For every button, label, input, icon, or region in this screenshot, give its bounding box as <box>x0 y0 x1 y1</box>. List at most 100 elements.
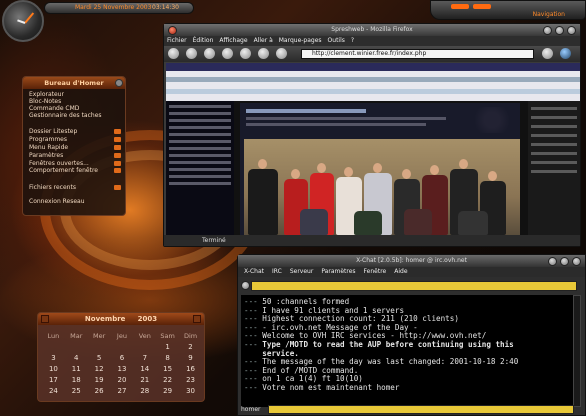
calendar-day[interactable]: 10 <box>42 363 65 374</box>
calendar-day[interactable]: 3 <box>42 352 65 363</box>
home-icon[interactable] <box>240 48 251 59</box>
menu-parametres[interactable]: Paramètres <box>321 267 355 277</box>
bureau-panel: Bureau d'Homer Explorateur Bloc-Notes Co… <box>22 76 126 216</box>
topic-button-icon[interactable] <box>241 281 250 290</box>
menu-serveur[interactable]: Serveur <box>290 267 313 277</box>
history-icon[interactable] <box>276 48 287 59</box>
menu-fichier[interactable]: Fichier <box>167 36 187 46</box>
forward-icon[interactable] <box>186 48 197 59</box>
back-icon[interactable] <box>168 48 179 59</box>
minimize-icon[interactable] <box>543 26 552 35</box>
calendar-day[interactable]: 25 <box>65 385 88 396</box>
calendar-day[interactable]: 16 <box>179 363 202 374</box>
prev-month-icon[interactable] <box>41 315 49 323</box>
chat-input[interactable] <box>268 405 574 414</box>
menu-item-comportement[interactable]: Comportement fenêtre <box>29 167 98 174</box>
calendar-day[interactable]: 18 <box>65 374 88 385</box>
reload-icon[interactable] <box>204 48 215 59</box>
submenu-arrow-icon[interactable] <box>114 153 121 158</box>
menu-item-dossier-litestep[interactable]: Dossier Litestep <box>29 128 77 135</box>
next-month-icon[interactable] <box>193 315 201 323</box>
navigation-panel[interactable]: Navigation <box>430 0 586 20</box>
calendar-day[interactable]: 20 <box>111 374 134 385</box>
close-icon[interactable] <box>572 257 581 266</box>
calendar-day[interactable]: 2 <box>179 341 202 352</box>
webpage-viewport[interactable] <box>166 63 580 235</box>
calendar-day[interactable]: 24 <box>42 385 65 396</box>
menu-aide[interactable]: Aide <box>394 267 407 277</box>
close-icon[interactable] <box>115 79 123 87</box>
submenu-arrow-icon[interactable] <box>114 161 121 166</box>
calendar-day[interactable]: 30 <box>179 385 202 396</box>
calendar-day[interactable]: 11 <box>65 363 88 374</box>
menu-item-programmes[interactable]: Programmes <box>29 136 67 143</box>
go-icon[interactable] <box>542 48 553 59</box>
app-menu-icon[interactable] <box>168 26 177 35</box>
calendar-day[interactable] <box>42 341 65 352</box>
calendar-day[interactable]: 7 <box>133 352 156 363</box>
submenu-arrow-icon[interactable] <box>114 145 121 150</box>
menu-item-gestionnaire[interactable]: Gestionnaire des taches <box>29 112 102 119</box>
calendar-day[interactable] <box>111 341 134 352</box>
calendar-day[interactable]: 8 <box>156 352 179 363</box>
calendar-day[interactable]: 5 <box>88 352 111 363</box>
close-icon[interactable] <box>567 26 576 35</box>
url-field[interactable]: http://clement.winier.free.fr/index.php <box>301 49 534 59</box>
menu-outils[interactable]: Outils <box>328 36 345 46</box>
calendar-day[interactable]: 1 <box>156 341 179 352</box>
calendar-day[interactable]: 6 <box>111 352 134 363</box>
menu-irc[interactable]: IRC <box>272 267 282 277</box>
menu-item-connexion-reseau[interactable]: Connexion Reseau <box>29 198 85 205</box>
submenu-arrow-icon[interactable] <box>114 185 121 190</box>
menu-edition[interactable]: Édition <box>193 36 214 46</box>
calendar-day[interactable]: 21 <box>133 374 156 385</box>
menu-aller-a[interactable]: Aller à <box>254 36 273 46</box>
menu-xchat[interactable]: X-Chat <box>244 267 264 277</box>
calendar-day[interactable]: 9 <box>179 352 202 363</box>
menu-item-fenetres-ouvertes[interactable]: Fenêtres ouvertes... <box>29 160 89 167</box>
submenu-arrow-icon[interactable] <box>114 168 121 173</box>
calendar-day[interactable]: 12 <box>88 363 111 374</box>
calendar-day[interactable]: 27 <box>111 385 134 396</box>
menu-item-bloc-notes[interactable]: Bloc-Notes <box>29 98 61 105</box>
xchat-titlebar[interactable]: X-Chat [2.0.5b]: homer @ irc.ovh.net <box>238 255 585 267</box>
stop-icon[interactable] <box>222 48 233 59</box>
calendar-day[interactable]: 17 <box>42 374 65 385</box>
submenu-arrow-icon[interactable] <box>114 137 121 142</box>
calendar-day[interactable]: 14 <box>133 363 156 374</box>
bookmark-icon[interactable] <box>258 48 269 59</box>
calendar-day[interactable]: 19 <box>88 374 111 385</box>
weekday-label: Jeu <box>116 331 127 340</box>
calendar-day[interactable] <box>65 341 88 352</box>
calendar-day[interactable]: 22 <box>156 374 179 385</box>
maximize-icon[interactable] <box>560 257 569 266</box>
firefox-titlebar[interactable]: Spreshweb - Mozilla Firefox <box>164 24 580 36</box>
menu-aide[interactable]: ? <box>351 36 354 46</box>
calendar-day[interactable]: 26 <box>88 385 111 396</box>
calendar-day[interactable]: 4 <box>65 352 88 363</box>
topic-input[interactable] <box>251 281 577 291</box>
submenu-arrow-icon[interactable] <box>114 129 121 134</box>
menu-fenetre[interactable]: Fenêtre <box>364 267 387 277</box>
menu-item-explorateur[interactable]: Explorateur <box>29 91 64 98</box>
chat-scrollbar[interactable] <box>573 295 581 407</box>
nick-label[interactable]: homer <box>241 405 260 415</box>
calendar-day[interactable] <box>133 341 156 352</box>
calendar-day[interactable]: 29 <box>156 385 179 396</box>
minimize-icon[interactable] <box>548 257 557 266</box>
chat-log[interactable]: --- 50 :channels formed --- I have 91 cl… <box>241 295 573 407</box>
menu-item-commande-cmd[interactable]: Commande CMD <box>29 105 79 112</box>
menu-item-parametres[interactable]: Paramètres <box>29 152 63 159</box>
nav-indicator <box>451 4 469 9</box>
calendar-day[interactable]: 15 <box>156 363 179 374</box>
webpage-text <box>246 117 446 120</box>
calendar-day[interactable]: 13 <box>111 363 134 374</box>
menu-item-menu-rapide[interactable]: Menu Rapide <box>29 144 68 151</box>
menu-affichage[interactable]: Affichage <box>219 36 247 46</box>
maximize-icon[interactable] <box>555 26 564 35</box>
calendar-day[interactable] <box>88 341 111 352</box>
menu-marque-pages[interactable]: Marque-pages <box>279 36 322 46</box>
menu-item-fichiers-recents[interactable]: Fichiers recents <box>29 184 76 191</box>
calendar-day[interactable]: 23 <box>179 374 202 385</box>
calendar-day[interactable]: 28 <box>133 385 156 396</box>
